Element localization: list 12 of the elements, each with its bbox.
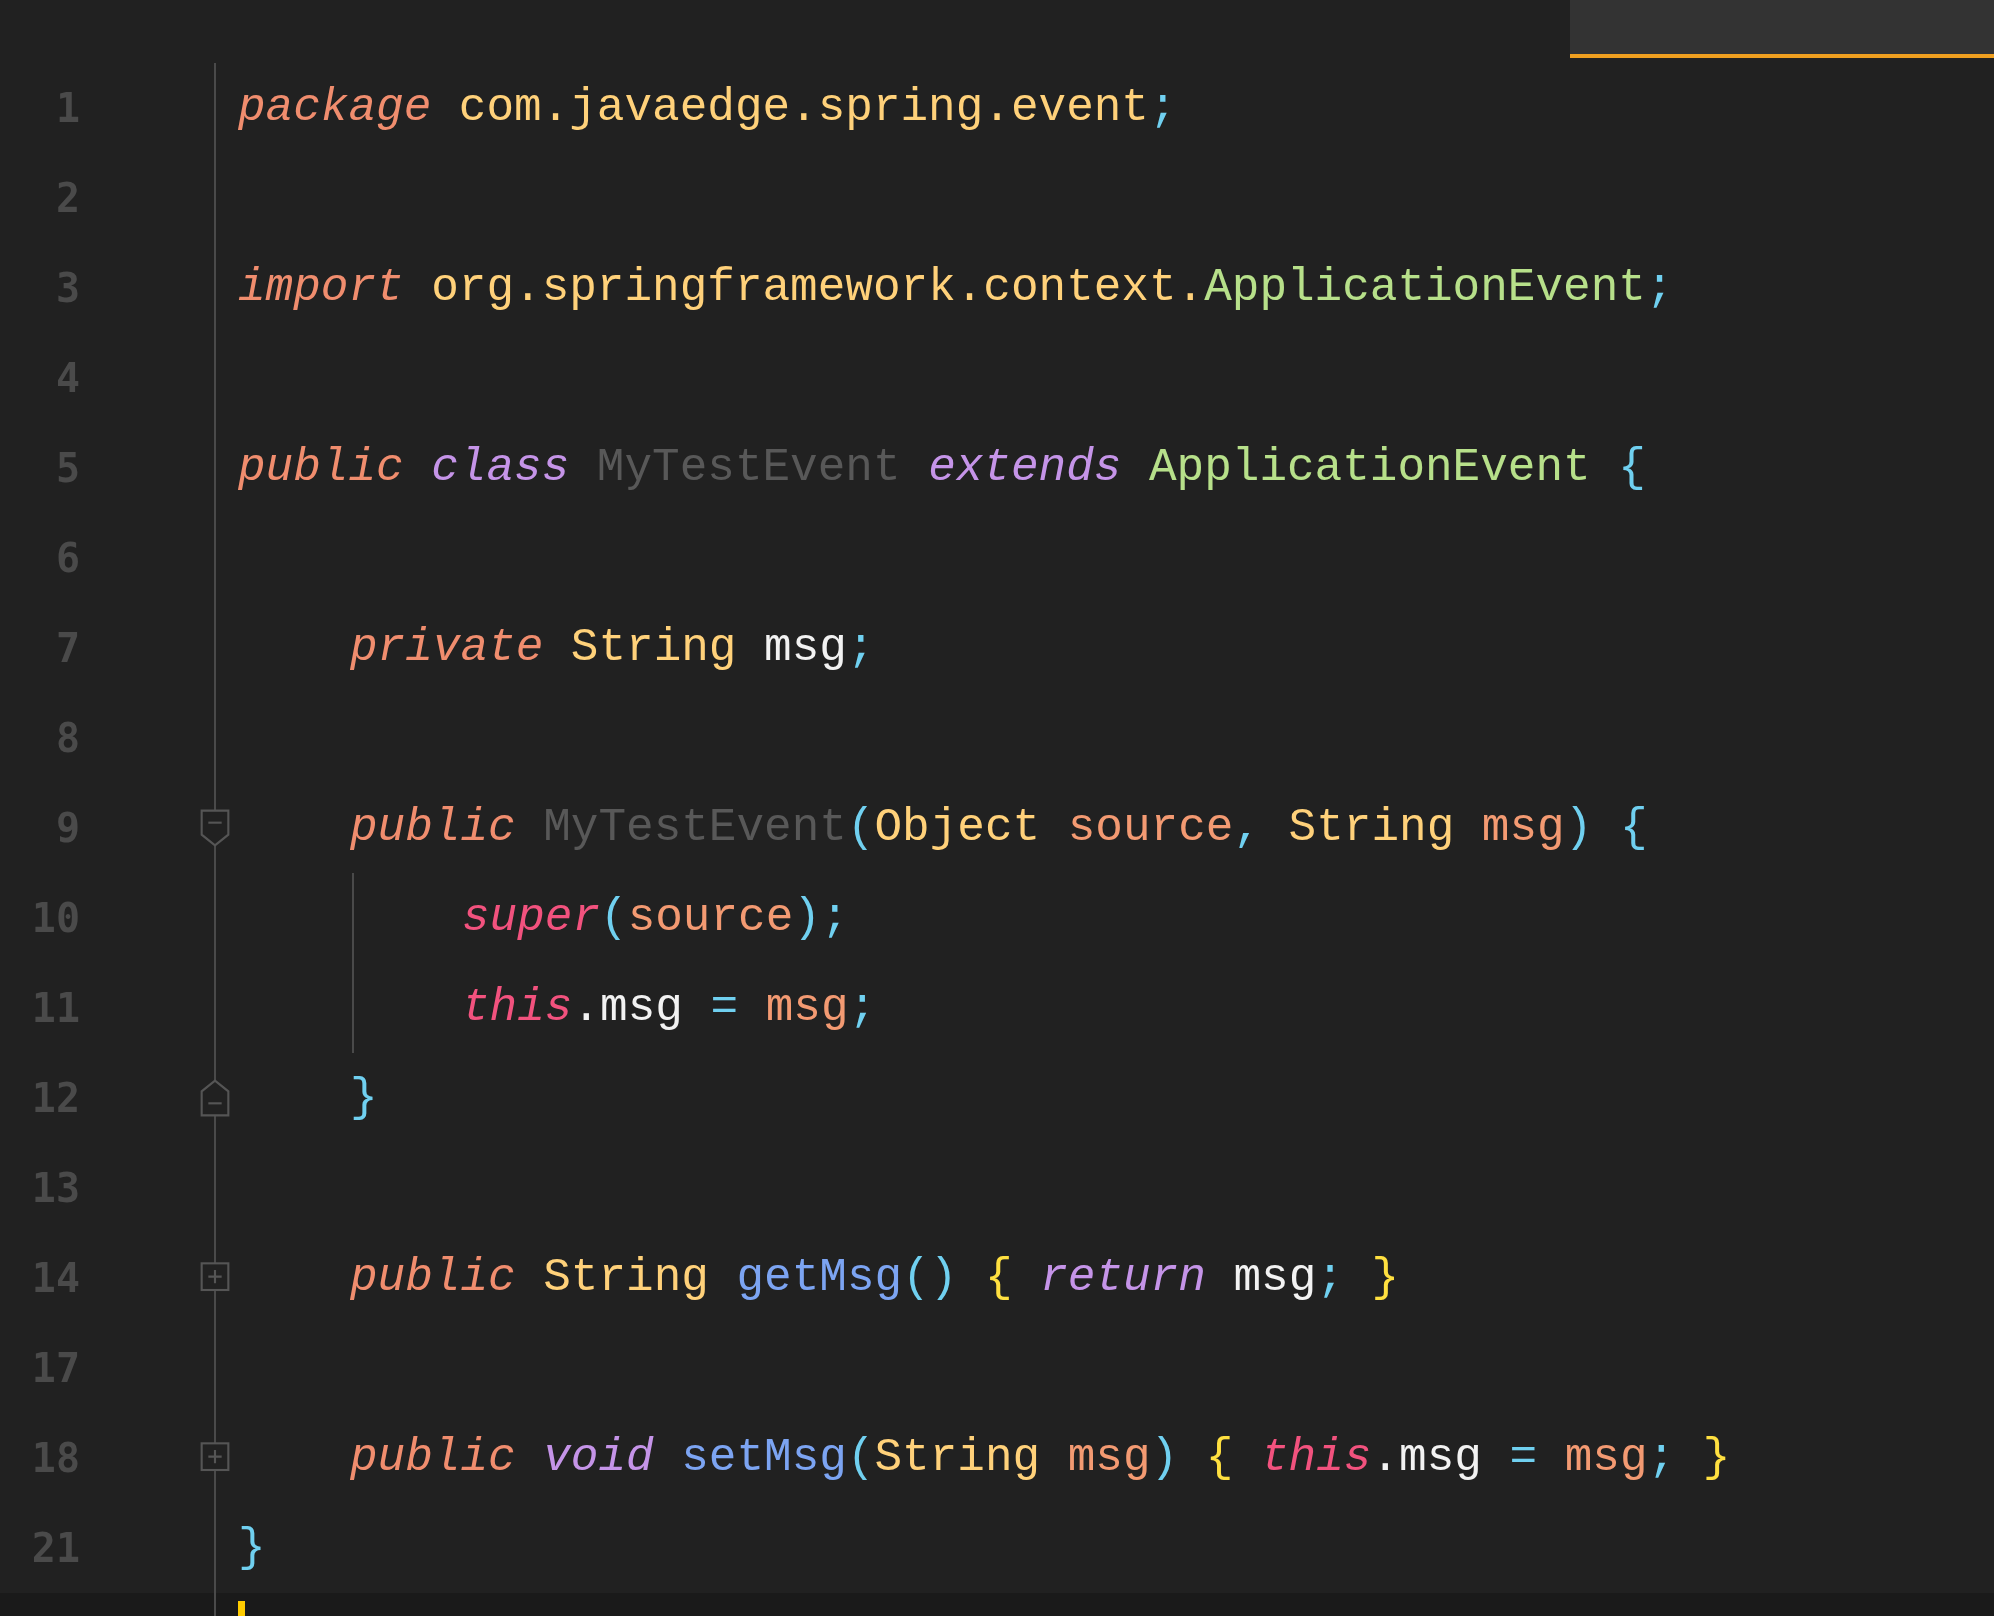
code-line: public void setMsg(String msg) { this.msg = msg; } <box>350 1430 1731 1486</box>
editor-tab[interactable] <box>1570 0 1994 58</box>
code-line: } <box>238 1520 266 1576</box>
code-line: super(source); <box>462 890 849 946</box>
code-line: } <box>350 1070 378 1126</box>
collapse-icon[interactable] <box>199 1078 231 1118</box>
code-line: this.msg = msg; <box>462 980 877 1036</box>
code-line: private String msg; <box>350 620 875 676</box>
code-line: package com.javaedge.spring.event; <box>238 80 1177 136</box>
code-line: import org.springframework.context.ApplicationEvent; <box>238 260 1674 316</box>
collapse-icon[interactable] <box>199 808 231 848</box>
code-line: public String getMsg() { return msg; } <box>350 1250 1400 1306</box>
